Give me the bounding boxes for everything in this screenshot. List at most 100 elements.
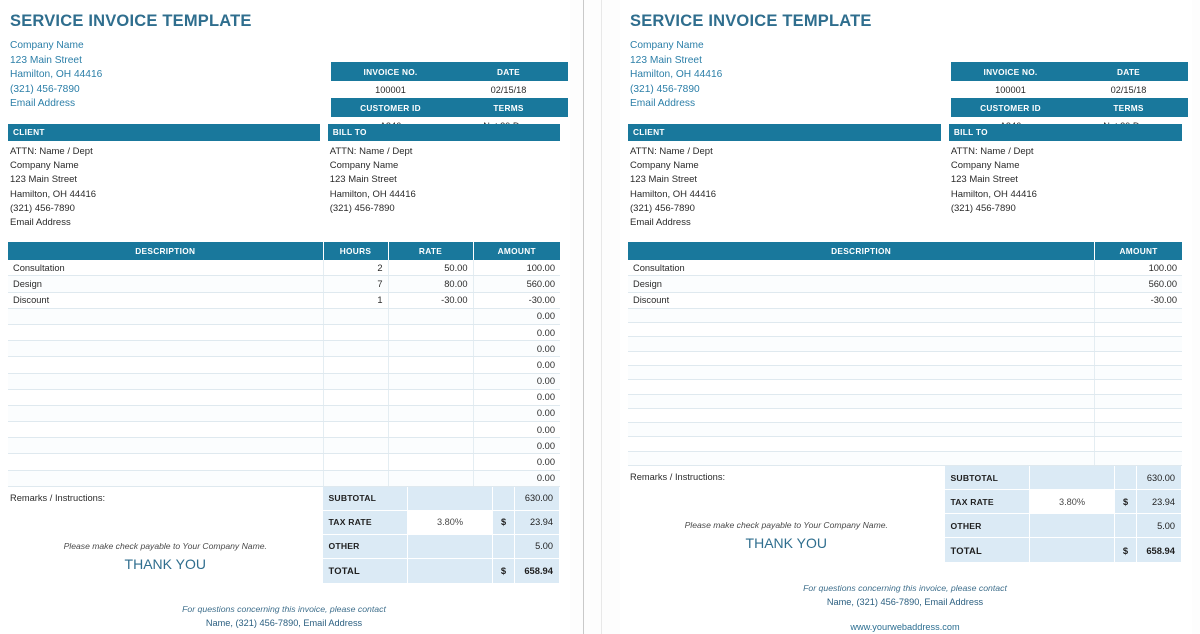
table-row[interactable]: 0.00 [8,373,560,390]
cell-amount[interactable] [1094,322,1182,338]
cell-description[interactable] [628,422,1096,438]
cell-hours[interactable]: 1 [323,292,389,309]
other-spacer[interactable] [1029,513,1115,539]
cell-amount[interactable]: 560.00 [473,275,560,293]
table-row[interactable]: Discount -30.00 [628,292,1182,309]
table-row[interactable]: 0.00 [8,470,560,487]
cell-description[interactable] [628,336,1096,352]
cell-description[interactable] [628,436,1096,452]
cell-description[interactable]: Consultation [8,260,324,277]
cell-amount[interactable] [1094,336,1182,352]
cell-description[interactable] [8,453,324,471]
cell-description[interactable] [628,394,1096,409]
cell-amount[interactable]: 560.00 [1094,275,1182,293]
cell-amount[interactable]: -30.00 [473,292,560,309]
cell-amount[interactable]: 0.00 [473,437,560,455]
cell-rate[interactable] [388,324,474,342]
cell-hours[interactable] [323,470,389,487]
table-row[interactable] [628,408,1182,424]
cell-description[interactable]: Design [8,275,324,293]
cell-description[interactable]: Design [628,275,1096,293]
cell-rate[interactable] [388,405,474,423]
cell-rate[interactable] [388,437,474,455]
cell-amount[interactable] [1094,408,1182,424]
table-row[interactable] [628,322,1182,338]
cell-description[interactable] [628,308,1096,324]
table-row[interactable]: 0.00 [8,453,560,471]
cell-amount[interactable] [1094,365,1182,381]
table-row[interactable]: Discount 1 -30.00 -30.00 [8,292,560,309]
cell-description[interactable] [8,470,324,487]
cell-amount[interactable]: -30.00 [1094,292,1182,309]
table-row[interactable]: 0.00 [8,356,560,374]
cell-hours[interactable] [323,324,389,342]
cell-description[interactable] [628,379,1096,395]
cell-description[interactable] [8,340,324,358]
cell-description[interactable] [8,405,324,423]
cell-hours[interactable]: 7 [323,275,389,293]
invoice-no-value[interactable]: 100001 [951,80,1070,99]
cell-rate[interactable] [388,308,474,325]
cell-amount[interactable]: 0.00 [473,421,560,439]
cell-amount[interactable]: 100.00 [1094,260,1182,277]
table-row[interactable]: 0.00 [8,324,560,342]
cell-amount[interactable]: 0.00 [473,389,560,406]
cell-description[interactable]: Consultation [628,260,1096,277]
cell-description[interactable] [8,373,324,390]
table-row[interactable] [628,422,1182,438]
cell-hours[interactable] [323,421,389,439]
cell-amount[interactable]: 0.00 [473,373,560,390]
cell-hours[interactable] [323,453,389,471]
cell-hours[interactable] [323,437,389,455]
cell-amount[interactable] [1094,308,1182,324]
cell-hours[interactable]: 2 [323,260,389,277]
cell-amount[interactable] [1094,351,1182,366]
cell-rate[interactable] [388,356,474,374]
tax-rate-input[interactable]: 3.80% [1029,489,1115,515]
cell-amount[interactable]: 0.00 [473,340,560,358]
cell-amount[interactable]: 0.00 [473,356,560,374]
table-row[interactable]: 0.00 [8,389,560,406]
other-spacer[interactable] [407,534,493,559]
cell-description[interactable] [8,308,324,325]
cell-amount[interactable]: 100.00 [473,260,560,277]
table-row[interactable]: Design 7 80.00 560.00 [8,275,560,293]
cell-hours[interactable] [323,405,389,423]
cell-amount[interactable] [1094,422,1182,438]
table-row[interactable] [628,451,1182,467]
cell-rate[interactable] [388,340,474,358]
table-row[interactable]: Consultation 100.00 [628,260,1182,277]
cell-amount[interactable] [1094,379,1182,395]
cell-amount[interactable]: 0.00 [473,324,560,342]
cell-amount[interactable]: 0.00 [473,308,560,325]
cell-rate[interactable]: 80.00 [388,275,474,293]
table-row[interactable] [628,436,1182,452]
cell-description[interactable]: Discount [8,292,324,309]
cell-description[interactable]: Discount [628,292,1096,309]
cell-amount[interactable]: 0.00 [473,453,560,471]
cell-description[interactable] [8,437,324,455]
table-row[interactable] [628,336,1182,352]
table-row[interactable] [628,394,1182,409]
cell-description[interactable] [8,421,324,439]
cell-hours[interactable] [323,373,389,390]
cell-amount[interactable] [1094,451,1182,467]
cell-description[interactable] [628,365,1096,381]
cell-hours[interactable] [323,389,389,406]
cell-rate[interactable] [388,421,474,439]
cell-rate[interactable]: -30.00 [388,292,474,309]
table-row[interactable]: 0.00 [8,421,560,439]
cell-rate[interactable]: 50.00 [388,260,474,277]
cell-rate[interactable] [388,470,474,487]
cell-description[interactable] [628,408,1096,424]
table-row[interactable]: 0.00 [8,405,560,423]
table-row[interactable]: Design 560.00 [628,275,1182,293]
table-row[interactable] [628,379,1182,395]
table-row[interactable] [628,351,1182,366]
cell-amount[interactable]: 0.00 [473,405,560,423]
cell-rate[interactable] [388,373,474,390]
cell-amount[interactable] [1094,394,1182,409]
cell-rate[interactable] [388,453,474,471]
cell-description[interactable] [628,451,1096,467]
cell-description[interactable] [628,322,1096,338]
